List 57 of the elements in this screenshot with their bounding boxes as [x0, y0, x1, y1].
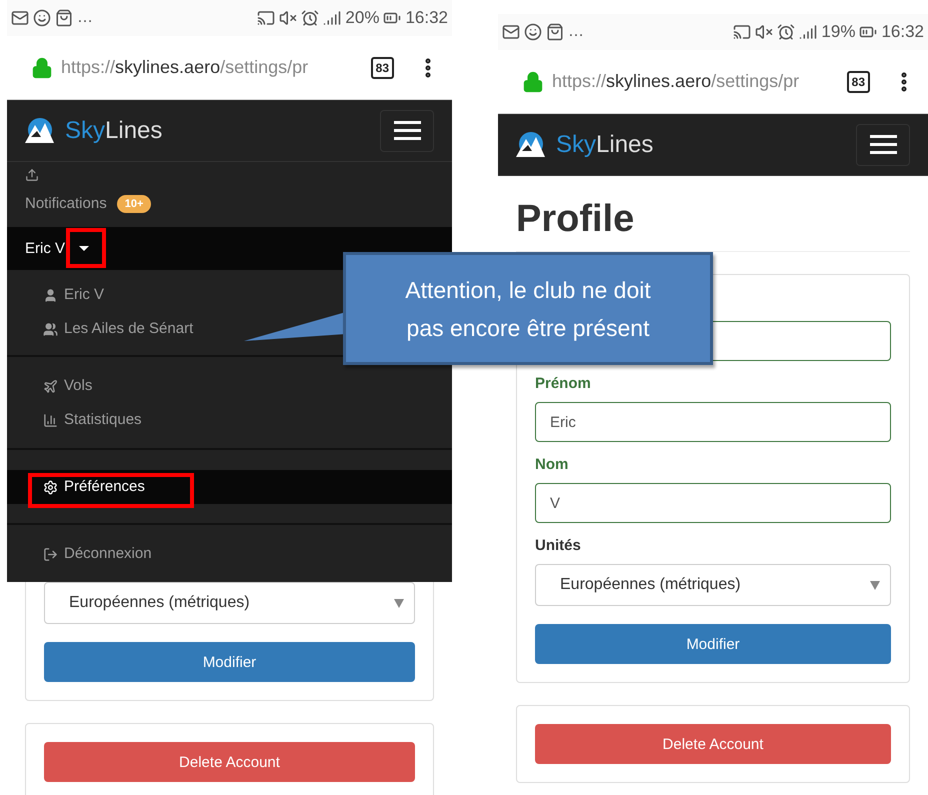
smiley-icon [33, 9, 51, 27]
notification-icon [11, 9, 29, 27]
cast-icon [257, 9, 276, 27]
user-icon [43, 288, 58, 302]
plane-icon [43, 378, 58, 394]
logout-icon [43, 546, 58, 562]
bag-icon [55, 9, 73, 27]
submit-button[interactable]: Modifier [44, 642, 415, 682]
alarm-icon [777, 23, 796, 41]
field-label: Unités [535, 537, 582, 554]
lock-icon [522, 70, 544, 92]
brand-name[interactable]: SkyLines [65, 116, 162, 144]
more-notifications: … [568, 23, 584, 41]
logo-icon [514, 130, 546, 158]
field-label: Prénom [535, 375, 592, 392]
units-select[interactable]: Européennes (métriques) [44, 582, 415, 624]
alarm-icon [301, 9, 320, 27]
smiley-icon [524, 23, 542, 41]
signal-icon [323, 9, 342, 27]
delete-button[interactable]: Delete Account [535, 724, 891, 764]
menu-item[interactable]: Statistiques [43, 411, 452, 429]
input-field[interactable]: Eric [535, 402, 891, 442]
hamburger-button[interactable] [856, 124, 910, 166]
url-field[interactable]: https://skylines.aero/settings/pr [552, 71, 800, 92]
mute-icon [755, 23, 774, 41]
bag-icon [546, 23, 564, 41]
input-field[interactable]: V [535, 483, 891, 523]
mute-icon [279, 9, 298, 27]
bar-chart-icon [43, 412, 58, 428]
submit-button[interactable]: Modifier [535, 624, 891, 664]
notification-badge: 10+ [116, 195, 152, 214]
menu-item[interactable]: Vols [43, 377, 452, 395]
battery-level: 20% [345, 8, 380, 28]
battery-level: 19% [821, 22, 856, 42]
lock-icon [31, 56, 53, 78]
menu-item[interactable]: Notifications [25, 195, 107, 214]
tab-count[interactable]: 83 [370, 56, 394, 78]
clock: 16:32 [881, 22, 924, 42]
tab-count[interactable]: 83 [846, 70, 870, 92]
units-select[interactable]: Européennes (métriques) [535, 564, 891, 606]
menu-item[interactable]: Déconnexion [43, 545, 452, 563]
hamburger-button[interactable] [380, 110, 434, 152]
upload-icon [25, 168, 39, 182]
url-field[interactable]: https://skylines.aero/settings/pr [61, 57, 308, 78]
delete-button[interactable]: Delete Account [44, 742, 415, 782]
users-icon [43, 322, 58, 336]
gear-icon [43, 480, 58, 494]
clock: 16:32 [405, 8, 448, 28]
field-label: Nom [535, 456, 570, 473]
signal-icon [799, 23, 818, 41]
more-notifications: … [77, 9, 93, 27]
brand-name[interactable]: SkyLines [556, 130, 654, 158]
callout-tooltip: Attention, le club ne doit pas encore être présent [343, 252, 713, 365]
highlight-frame [66, 228, 106, 268]
cast-icon [733, 23, 752, 41]
logo-icon [23, 116, 55, 144]
notification-icon [502, 23, 520, 41]
